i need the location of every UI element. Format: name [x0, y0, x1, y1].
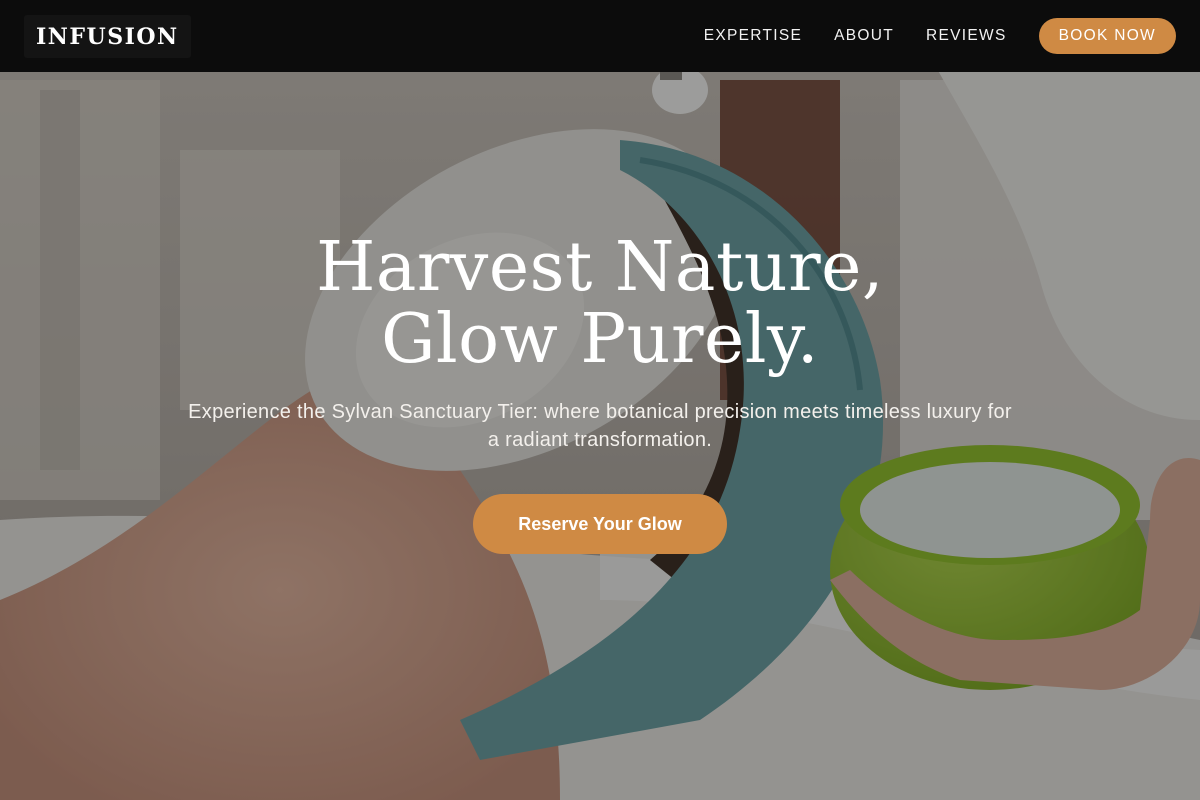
- logo[interactable]: INFUSION: [24, 14, 191, 58]
- nav-link-reviews[interactable]: REVIEWS: [926, 27, 1007, 45]
- nav-links: EXPERTISE ABOUT REVIEWS BOOK NOW: [672, 18, 1176, 54]
- hero-subtitle: Experience the Sylvan Sanctuary Tier: wh…: [188, 401, 1012, 451]
- book-now-button[interactable]: BOOK NOW: [1038, 18, 1176, 54]
- reserve-your-glow-button[interactable]: Reserve Your Glow: [473, 494, 727, 554]
- hero-title: Harvest Nature, Glow Purely.: [316, 228, 884, 379]
- hero-section: Harvest Nature, Glow Purely. Experience …: [0, 232, 1200, 554]
- navbar: INFUSION EXPERTISE ABOUT REVIEWS BOOK NO…: [0, 0, 1200, 72]
- nav-link-expertise[interactable]: EXPERTISE: [704, 27, 802, 45]
- landing-page: INFUSION EXPERTISE ABOUT REVIEWS BOOK NO…: [0, 0, 1200, 800]
- nav-link-about[interactable]: ABOUT: [834, 27, 894, 45]
